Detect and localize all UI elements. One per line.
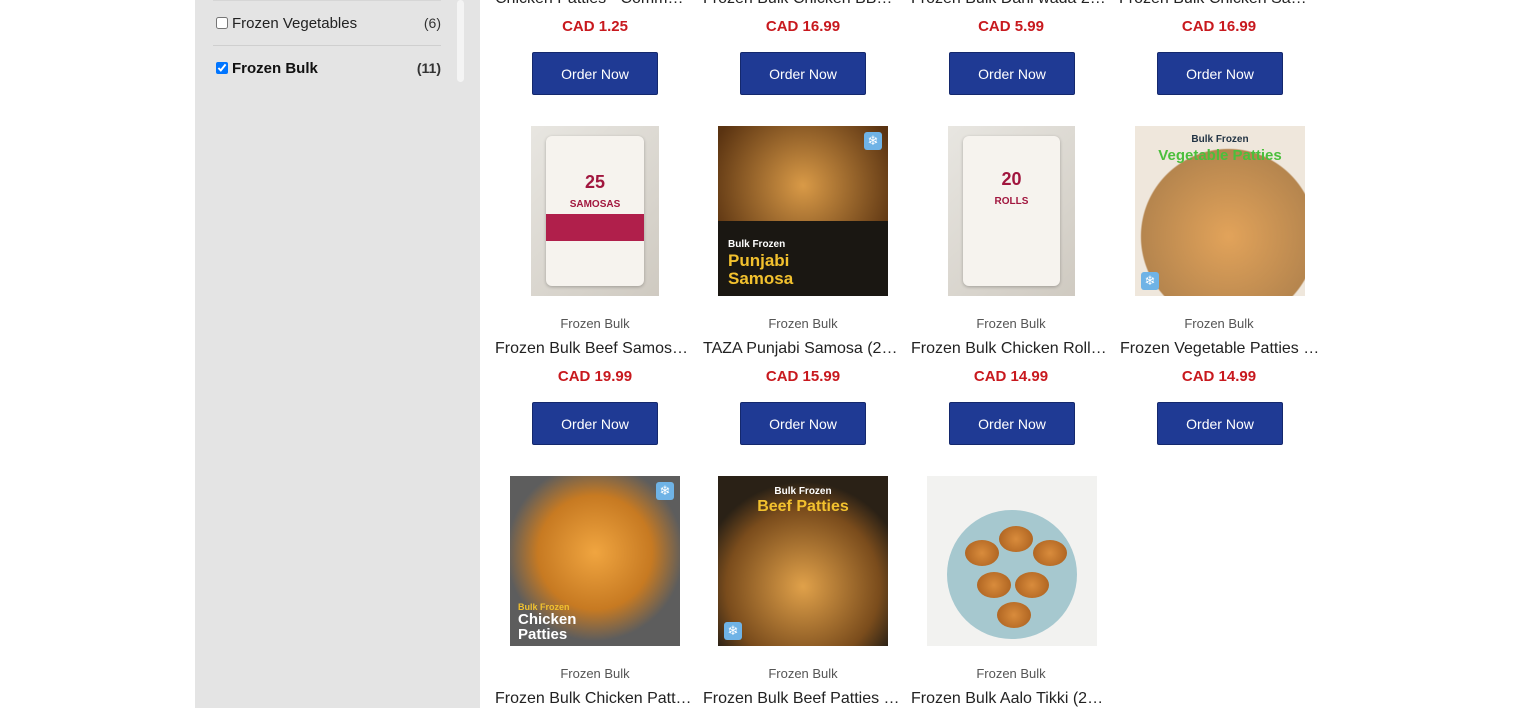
product-category: Frozen Bulk (976, 316, 1046, 331)
order-now-button[interactable]: Order Now (740, 52, 866, 95)
filter-frozen-vegetables[interactable]: Frozen Vegetables (6) (213, 0, 441, 45)
filter-count: (11) (416, 60, 441, 76)
product-price: CAD 15.99 (765, 368, 841, 385)
product-name[interactable]: Frozen Bulk Aalo Tikki (25… (911, 690, 1111, 708)
product-name[interactable]: Frozen Vegetable Patties … (1120, 340, 1320, 358)
product-price: CAD 16.99 (765, 18, 841, 35)
product-price: CAD 5.99 (978, 18, 1044, 35)
product-price: CAD 16.99 (1181, 18, 1257, 35)
filter-label: Frozen Bulk (232, 59, 318, 77)
order-now-button[interactable]: Order Now (532, 52, 658, 95)
product-title[interactable]: Frozen Bulk Chicken Samo… (1119, 0, 1315, 8)
snowflake-icon: ❄ (656, 482, 674, 500)
filter-scrollbar[interactable] (457, 0, 464, 82)
product-category: Frozen Bulk (560, 316, 630, 331)
product-price: CAD 19.99 (557, 368, 633, 385)
order-now-button[interactable]: Order Now (1157, 402, 1283, 445)
filter-count: (6) (423, 15, 441, 31)
product-image-chicken-roll[interactable]: 20 ROLLS (948, 126, 1075, 296)
product-category: Frozen Bulk (768, 666, 838, 681)
product-price: CAD 1.25 (562, 18, 628, 35)
product-image-beef-patties[interactable]: Bulk Frozen Beef Patties ❄ (718, 476, 888, 646)
product-name[interactable]: Frozen Bulk Beef Samosa … (495, 340, 695, 358)
order-now-button[interactable]: Order Now (1157, 52, 1283, 95)
snowflake-icon: ❄ (864, 132, 882, 150)
order-now-button[interactable]: Order Now (949, 52, 1075, 95)
product-image-beef-samosa[interactable]: 25 SAMOSAS (531, 126, 659, 296)
product-image-punjabi-samosa[interactable]: ❄ Bulk Frozen Punjabi Samosa (718, 126, 888, 296)
product-name[interactable]: Frozen Bulk Chicken Patti… (495, 690, 695, 708)
snowflake-icon: ❄ (724, 622, 742, 640)
product-name[interactable]: Frozen Bulk Chicken Roll (… (911, 340, 1111, 358)
filter-frozen-bulk[interactable]: Frozen Bulk (11) (213, 45, 441, 90)
order-now-button[interactable]: Order Now (532, 402, 658, 445)
product-name[interactable]: Frozen Bulk Beef Patties (… (703, 690, 903, 708)
product-title[interactable]: Frozen Bulk Dahi wada 25 … (911, 0, 1107, 8)
category-sidebar: Frozen Vegetables (6) Frozen Bulk (11) (195, 0, 480, 708)
filter-frozen-bulk-checkbox[interactable] (216, 62, 228, 74)
filter-frozen-vegetables-checkbox[interactable] (216, 17, 228, 29)
product-image-aalo-tikki[interactable] (927, 476, 1097, 646)
product-image-vegetable-patties[interactable]: Bulk Frozen Vegetable Patties ❄ (1135, 126, 1305, 296)
product-image-chicken-patties[interactable]: ❄ Bulk Frozen Chicken Patties (510, 476, 680, 646)
product-title[interactable]: Frozen Bulk Chicken BBQ P… (703, 0, 899, 8)
product-price: CAD 14.99 (973, 368, 1049, 385)
product-category: Frozen Bulk (1184, 316, 1254, 331)
product-category: Frozen Bulk (560, 666, 630, 681)
product-title[interactable]: Chicken Patties - Comme… (495, 0, 691, 8)
category-filter-list: Frozen Vegetables (6) Frozen Bulk (11) (213, 0, 441, 90)
product-category: Frozen Bulk (976, 666, 1046, 681)
order-now-button[interactable]: Order Now (740, 402, 866, 445)
snowflake-icon: ❄ (1141, 272, 1159, 290)
order-now-button[interactable]: Order Now (949, 402, 1075, 445)
product-price: CAD 14.99 (1181, 368, 1257, 385)
product-name[interactable]: TAZA Punjabi Samosa (25… (703, 340, 903, 358)
product-category: Frozen Bulk (768, 316, 838, 331)
filter-label: Frozen Vegetables (232, 14, 358, 32)
